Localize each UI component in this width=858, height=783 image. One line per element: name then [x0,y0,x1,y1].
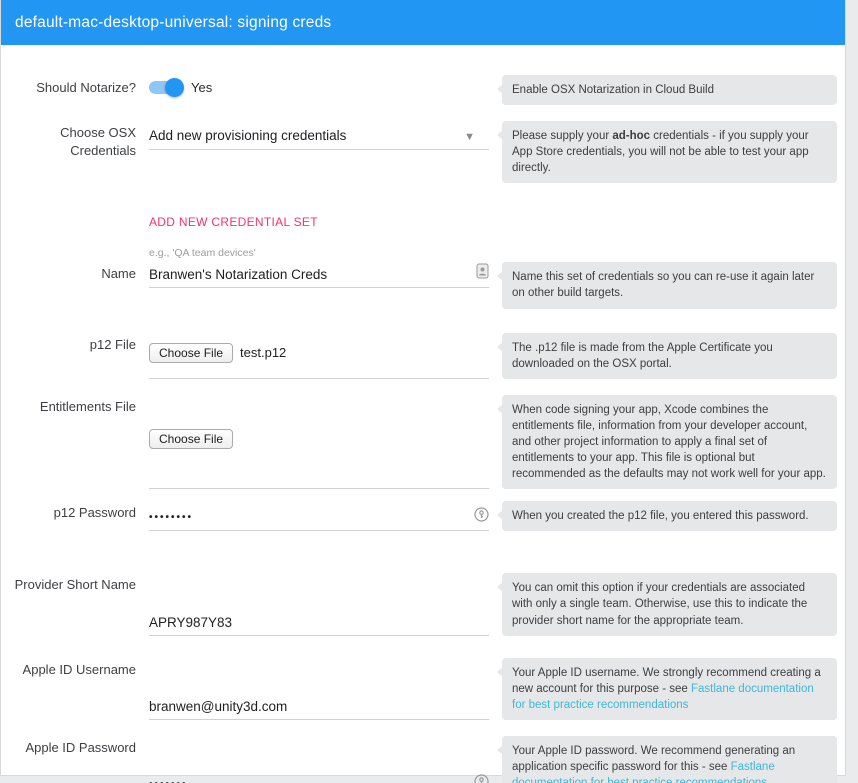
apple-id-username-label: Apple ID Username [1,658,136,720]
entitlements-choose-file-button[interactable]: Choose File [149,429,233,449]
p12-password-help: When you created the p12 file, you enter… [502,501,837,531]
p12-choose-file-button[interactable]: Choose File [149,343,233,363]
chevron-down-icon: ▼ [464,131,489,143]
p12-file-help: The .p12 file is made from the Apple Cer… [502,333,837,379]
provider-label: Provider Short Name [1,573,136,635]
contact-autofill-icon[interactable] [476,263,489,282]
signing-creds-panel: default-mac-desktop-universal: signing c… [0,0,846,776]
password-key-icon[interactable] [474,774,489,783]
form-content: Should Notarize? Yes Enable OSX Notariza… [1,45,845,783]
name-hint: e.g., 'QA team devices' [149,247,489,259]
notarize-help: Enable OSX Notarization in Cloud Build [502,75,837,105]
provider-help: You can omit this option if your credent… [502,573,837,635]
p12-file-name: test.p12 [240,345,286,360]
page-title: default-mac-desktop-universal: signing c… [15,14,331,32]
credentials-label: Choose OSX Credentials [1,121,136,183]
row-name: Name e.g., 'QA team devices' Branwen's N… [1,247,845,308]
row-p12-password: p12 Password •••••••• When you created t… [1,501,845,531]
apple-id-username-help: Your Apple ID username. We strongly reco… [502,658,837,720]
p12-password-input[interactable]: •••••••• [149,501,489,531]
apple-id-password-label: Apple ID Password [1,736,136,783]
provider-input[interactable]: APRY987Y83 [149,573,489,635]
provider-value: APRY987Y83 [149,615,232,630]
apple-id-username-input[interactable]: branwen@unity3d.com [149,658,489,720]
credentials-help: Please supply your ad-hoc credentials - … [502,121,837,183]
notarize-label: Should Notarize? [1,75,136,105]
row-should-notarize: Should Notarize? Yes Enable OSX Notariza… [1,75,845,105]
password-key-icon[interactable] [474,507,489,525]
row-p12-file: p12 File Choose File test.p12 The .p12 f… [1,333,845,379]
entitlements-label: Entitlements File [1,395,136,489]
row-provider-short-name: Provider Short Name APRY987Y83 You can o… [1,573,845,635]
row-apple-id-username: Apple ID Username branwen@unity3d.com Yo… [1,658,845,720]
apple-id-password-input[interactable]: ••••••• [149,736,489,783]
apple-id-password-value: ••••••• [149,779,188,783]
panel-header: default-mac-desktop-universal: signing c… [1,0,845,45]
p12-file-label: p12 File [1,333,136,379]
apple-id-username-value: branwen@unity3d.com [149,699,287,714]
notarize-toggle[interactable] [149,81,181,94]
row-choose-credentials: Choose OSX Credentials Add new provision… [1,121,845,183]
credentials-select-value: Add new provisioning credentials [149,128,346,143]
p12-password-label: p12 Password [1,501,136,531]
notarize-state: Yes [191,80,212,95]
add-credential-set-link[interactable]: ADD NEW CREDENTIAL SET [149,215,318,229]
p12-password-value: •••••••• [149,512,193,525]
name-input[interactable]: Branwen's Notarization Creds [149,263,489,288]
credentials-select[interactable]: Add new provisioning credentials ▼ [149,121,489,150]
toggle-knob-icon [165,78,184,97]
name-help: Name this set of credentials so you can … [502,262,837,308]
apple-id-password-help: Your Apple ID password. We recommend gen… [502,736,837,783]
row-apple-id-password: Apple ID Password ••••••• Your Apple ID … [1,736,845,783]
row-entitlements-file: Entitlements File Choose File When code … [1,395,845,489]
name-label: Name [1,247,136,308]
entitlements-help: When code signing your app, Xcode combin… [502,395,837,489]
name-value: Branwen's Notarization Creds [149,267,327,282]
